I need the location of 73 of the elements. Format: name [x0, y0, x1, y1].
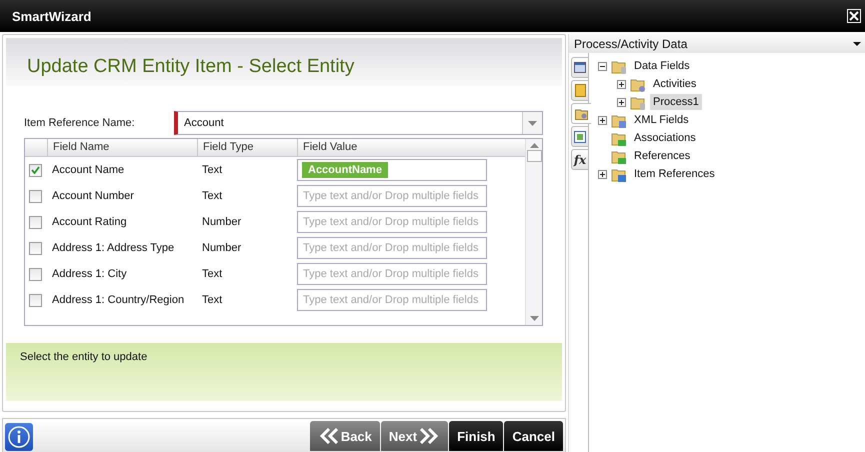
- table-cell-text: Account Rating: [51, 216, 128, 228]
- double-chevron-left-icon: [320, 428, 338, 444]
- field-label: Item Reference Name:: [24, 117, 136, 129]
- page-heading: Update CRM Entity Item - Select Entity: [27, 56, 354, 78]
- table-cell-text: Address 1: City: [51, 268, 128, 280]
- wizard-button[interactable]: Cancel: [504, 421, 563, 451]
- table-cell-text: Address 1: Address Type: [51, 242, 176, 254]
- checkbox[interactable]: [29, 190, 42, 202]
- table-cell-text: Text: [201, 190, 224, 202]
- expand-icon[interactable]: [598, 170, 607, 178]
- table-cell-text: Number: [201, 216, 242, 228]
- scroll-down-icon[interactable]: [530, 316, 538, 321]
- table-cell-text: Text: [201, 294, 224, 306]
- table-cell-text: Text: [201, 164, 224, 176]
- tree-item[interactable]: Process1: [650, 94, 702, 110]
- column-header[interactable]: Field Type: [197, 139, 297, 156]
- tree-item[interactable]: Item References: [631, 166, 718, 182]
- info-icon[interactable]: [5, 422, 33, 450]
- folder-icon: [611, 130, 627, 146]
- value-field[interactable]: Type text and/or Drop multiple fields: [297, 263, 487, 285]
- folder-icon: [630, 94, 646, 110]
- checkbox[interactable]: [29, 242, 42, 254]
- next-button[interactable]: Next: [380, 421, 448, 451]
- table-cell-text: Text: [201, 268, 224, 280]
- window-icon: [574, 62, 586, 73]
- side-tab[interactable]: fx: [571, 149, 589, 170]
- side-tab[interactable]: [571, 126, 589, 147]
- checkbox[interactable]: [29, 268, 42, 280]
- close-icon[interactable]: [847, 9, 861, 23]
- folder-icon: [611, 112, 627, 128]
- side-tab[interactable]: [571, 57, 589, 78]
- tree-item[interactable]: Associations: [631, 130, 699, 146]
- side-tab[interactable]: [571, 80, 589, 101]
- scroll-thumb[interactable]: [526, 150, 542, 162]
- expand-icon[interactable]: [617, 98, 626, 106]
- tree-item[interactable]: XML Fields: [631, 112, 692, 128]
- folder-icon: [611, 58, 627, 74]
- checkbox[interactable]: [29, 164, 42, 176]
- expand-icon[interactable]: [617, 80, 626, 88]
- table-cell-text: Number: [201, 242, 242, 254]
- value-field[interactable]: Type text and/or Drop multiple fields: [297, 237, 487, 259]
- field-token: AccountName: [302, 162, 388, 178]
- table-cell-text: Account Name: [51, 164, 126, 176]
- value-field[interactable]: Type text and/or Drop multiple fields: [297, 211, 487, 233]
- window-title: SmartWizard: [12, 8, 92, 24]
- folder-icon: [575, 108, 588, 120]
- description-text: Select the entity to update: [20, 351, 148, 363]
- tree-item[interactable]: References: [631, 148, 694, 164]
- folder-icon: [630, 76, 646, 92]
- back-button[interactable]: Back: [310, 421, 380, 451]
- notebook-icon: [574, 84, 586, 97]
- side-tab[interactable]: [571, 103, 591, 124]
- folder-icon: [611, 166, 627, 182]
- dropdown-field[interactable]: Account: [174, 111, 543, 135]
- panel-title: Process/Activity Data: [574, 36, 688, 50]
- form-icon: [574, 130, 586, 142]
- scroll-up-icon[interactable]: [530, 143, 538, 148]
- value-field[interactable]: Type text and/or Drop multiple fields: [297, 185, 487, 207]
- wizard-button[interactable]: Finish: [449, 421, 504, 451]
- checkbox[interactable]: [29, 216, 42, 228]
- tree-item[interactable]: Activities: [650, 76, 700, 92]
- expand-icon[interactable]: [598, 116, 607, 124]
- checkbox[interactable]: [29, 294, 42, 306]
- tree-item[interactable]: Data Fields: [631, 58, 693, 74]
- dropdown-arrow-icon[interactable]: [853, 42, 861, 46]
- scrollbar[interactable]: [525, 139, 542, 325]
- column-header[interactable]: Field Name: [47, 139, 197, 156]
- double-chevron-right-icon: [420, 428, 438, 444]
- table-cell-text: Address 1: Country/Region: [51, 294, 186, 306]
- folder-icon: [611, 148, 627, 164]
- value-field[interactable]: Type text and/or Drop multiple fields: [297, 289, 487, 311]
- collapse-icon[interactable]: [598, 62, 607, 70]
- table-cell-text: Account Number: [51, 190, 135, 202]
